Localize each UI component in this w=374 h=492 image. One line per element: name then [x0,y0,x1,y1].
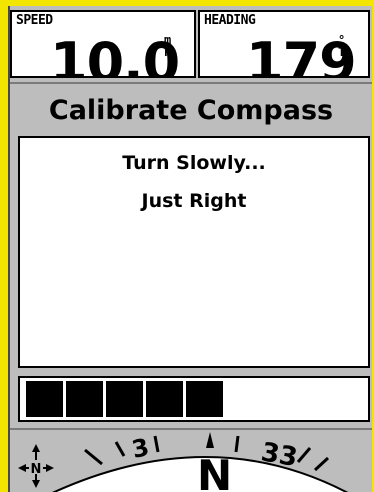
heading-unit-bottom: T [338,45,346,59]
progress-segment [106,381,143,417]
instruction-text: Turn Slowly... [122,152,266,174]
heading-unit: ° T [338,34,345,58]
speed-label: SPEED [16,13,53,28]
calibration-progress-bar [18,376,370,422]
progress-segment [146,381,183,417]
compass-tape: 3 N 33 N [10,428,372,492]
heading-field[interactable]: HEADING 179 ° T [198,10,370,78]
compass-label-n: N [197,451,232,492]
speed-unit: m h [164,34,171,58]
svg-text:N: N [31,462,42,477]
compass-label-33: 33 [259,437,300,473]
title-bar: Calibrate Compass [10,82,372,136]
speed-field[interactable]: SPEED 10.0 m h [10,10,196,78]
speed-unit-bottom: h [164,45,172,59]
heading-label: HEADING [204,13,256,28]
progress-segment [186,381,223,417]
compass-pointer [206,432,214,448]
gps-screen: SPEED 10.0 m h HEADING 179 ° T Calibrate… [8,6,372,492]
speed-value: 10.0 [50,31,180,78]
compass-label-3: 3 [129,433,151,464]
progress-segment [26,381,63,417]
compass-dial: 3 N 33 [52,432,349,492]
nav-arrows-icon: N [18,444,54,488]
message-panel: Turn Slowly... Just Right [18,136,370,368]
page-title: Calibrate Compass [48,94,334,126]
status-text: Just Right [141,190,247,212]
progress-segment [66,381,103,417]
